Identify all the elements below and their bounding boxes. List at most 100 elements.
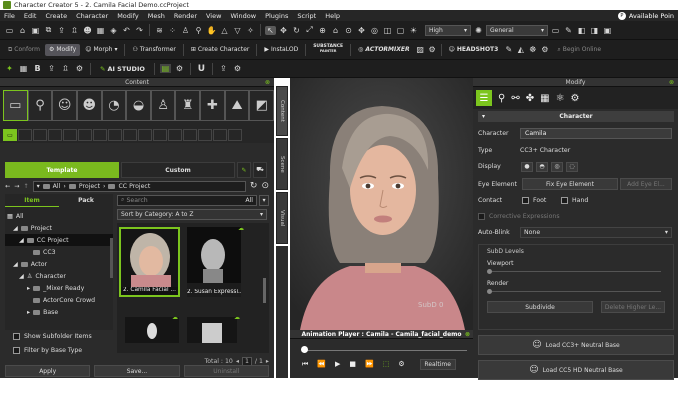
instalod-button[interactable]: ▶ InstaLOD: [260, 44, 302, 56]
open-folder-icon[interactable]: ⌂: [17, 26, 28, 35]
close-icon[interactable]: ⊗: [465, 331, 470, 338]
transformer-button[interactable]: ⚇ Transformer: [128, 44, 179, 56]
screen-icon[interactable]: ▭: [550, 26, 561, 35]
triangle-down-icon[interactable]: ▽: [232, 26, 243, 35]
zoom-icon[interactable]: ⊙: [343, 26, 354, 35]
world-space-icon[interactable]: ⊕: [317, 26, 328, 35]
cube-icon[interactable]: ◈: [108, 26, 119, 35]
side-tab-scene[interactable]: Scene: [276, 138, 288, 190]
search-box[interactable]: ⌕ Search All: [117, 194, 257, 206]
subcategory-slot[interactable]: [18, 129, 32, 141]
layout-select[interactable]: General ▾: [486, 24, 548, 36]
hand-checkbox[interactable]: [561, 197, 568, 204]
subcategory-slot[interactable]: [168, 129, 182, 141]
begin-online-button[interactable]: ⌕ Begin Online: [553, 44, 605, 56]
play-icon[interactable]: ▶: [335, 360, 340, 368]
create-character-button[interactable]: ⊞ Create Character: [187, 44, 254, 56]
character-name-field[interactable]: Camila: [520, 128, 672, 139]
cart-button[interactable]: ⛟: [253, 162, 267, 178]
subcategory-slot[interactable]: [108, 129, 122, 141]
uninstall-button[interactable]: Uninstall: [183, 365, 269, 377]
tab-head[interactable]: ☺: [52, 90, 77, 121]
conform-button[interactable]: ⧉ Conform: [4, 44, 44, 56]
breadcrumb-project[interactable]: Project: [79, 183, 100, 190]
tab-scene[interactable]: ⛰: [224, 90, 250, 121]
add-eye-button[interactable]: Add Eye El...: [620, 178, 672, 190]
filter-base-row[interactable]: Filter by Base Type: [13, 347, 82, 354]
menu-file[interactable]: File: [4, 12, 15, 20]
apply-button[interactable]: Apply: [5, 365, 91, 377]
tree-scrollbar[interactable]: [110, 238, 113, 278]
previous-frame-icon[interactable]: ⏪: [317, 360, 326, 368]
subdivide-button[interactable]: Subdivide: [487, 301, 593, 313]
sun-settings-icon[interactable]: ✺: [473, 26, 484, 35]
timeline-handle[interactable]: [301, 346, 308, 353]
menu-create[interactable]: Create: [45, 12, 67, 20]
pose-icon[interactable]: ⚲: [193, 26, 204, 35]
grid-icon[interactable]: ▦: [95, 26, 106, 35]
character-section-header[interactable]: ▾ Character: [478, 111, 674, 122]
subcategory-slot[interactable]: [183, 129, 197, 141]
substance-painter-button[interactable]: SUBSTANCE PAINTER: [309, 44, 347, 56]
tab-environment[interactable]: ◩: [249, 90, 275, 121]
stop-icon[interactable]: ■: [349, 360, 356, 368]
thumbnail-row2-b[interactable]: [187, 317, 237, 343]
tab-material[interactable]: ▦: [540, 93, 549, 104]
star-icon[interactable]: ✧: [245, 26, 256, 35]
headshot-button[interactable]: ☺ HEADSHOT3: [445, 44, 503, 56]
settings-icon[interactable]: ⚙: [398, 360, 404, 368]
delete-higher-button[interactable]: Delete Higher Le...: [601, 301, 665, 313]
clone-icon[interactable]: ⧉: [43, 25, 54, 35]
close-icon[interactable]: ⊗: [265, 79, 270, 86]
subcategory-slot[interactable]: [78, 129, 92, 141]
next-frame-icon[interactable]: ⏩: [365, 360, 374, 368]
orbit-icon[interactable]: ◎: [369, 26, 380, 35]
search-options-icon[interactable]: ▾: [259, 194, 269, 206]
thumbnail-row2-a[interactable]: [125, 317, 179, 343]
save-icon[interactable]: ▣: [30, 26, 41, 35]
unreal-u-icon[interactable]: U: [196, 64, 207, 74]
menu-character[interactable]: Character: [76, 12, 108, 20]
tab-motion[interactable]: ⚲: [498, 93, 505, 104]
show-subfolder-checkbox[interactable]: [13, 333, 20, 340]
up-arrow-icon[interactable]: ↑: [23, 183, 28, 190]
undo-icon[interactable]: ↶: [121, 26, 132, 35]
tab-physics[interactable]: ⚛: [556, 93, 565, 104]
display-shaded-button[interactable]: ◓: [536, 161, 548, 172]
tab-body[interactable]: ⚲: [27, 90, 53, 121]
move-icon[interactable]: ✥: [278, 26, 289, 35]
menu-mesh[interactable]: Mesh: [148, 12, 165, 20]
subcategory-active[interactable]: ▭: [3, 129, 17, 141]
corrective-checkbox[interactable]: [478, 212, 485, 220]
menu-edit[interactable]: Edit: [24, 12, 37, 20]
character-settings-icon[interactable]: ☻: [82, 26, 93, 35]
sequence-icon[interactable]: ▤: [159, 64, 171, 73]
subcategory-slot[interactable]: [63, 129, 77, 141]
sort-select[interactable]: Sort by Category: A to Z ▾: [117, 209, 267, 220]
subcategory-slot[interactable]: [33, 129, 47, 141]
home-camera-icon[interactable]: ⌂: [330, 26, 341, 35]
close-icon[interactable]: ⊗: [669, 79, 674, 86]
timeline-slider[interactable]: [290, 339, 473, 357]
load-cc5-neutral-button[interactable]: ☺ Load CC5 HD Neutral Base: [478, 360, 674, 380]
upload-icon[interactable]: ⇪: [46, 64, 57, 73]
refresh-icon[interactable]: ↻: [250, 181, 258, 191]
tree-node-cc-project[interactable]: ◢ CC Project: [5, 234, 113, 246]
import-icon[interactable]: ⇪: [56, 26, 67, 35]
autoblink-select[interactable]: None ▾: [520, 226, 672, 238]
rotate-icon[interactable]: ↻: [291, 26, 302, 35]
forward-arrow-icon[interactable]: →: [14, 183, 19, 190]
fix-eye-button[interactable]: Fix Eye Element: [522, 178, 618, 190]
settings-icon[interactable]: ⚙: [74, 64, 85, 73]
foot-checkbox[interactable]: [522, 197, 529, 204]
subcategory-slot[interactable]: [228, 129, 242, 141]
breadcrumb-all[interactable]: All: [53, 183, 61, 190]
tab-item[interactable]: Item: [5, 194, 59, 207]
tab-hair[interactable]: ◒: [126, 90, 151, 121]
save-button[interactable]: Save...: [94, 365, 180, 377]
chevron-down-icon[interactable]: ▾: [37, 183, 40, 190]
subcategory-slot[interactable]: [93, 129, 107, 141]
modify-button[interactable]: ⚙ Modify: [44, 43, 81, 56]
tree-node-character[interactable]: ◢ ♙ Character: [5, 270, 113, 282]
thumbnail-scrollbar[interactable]: [263, 278, 266, 303]
